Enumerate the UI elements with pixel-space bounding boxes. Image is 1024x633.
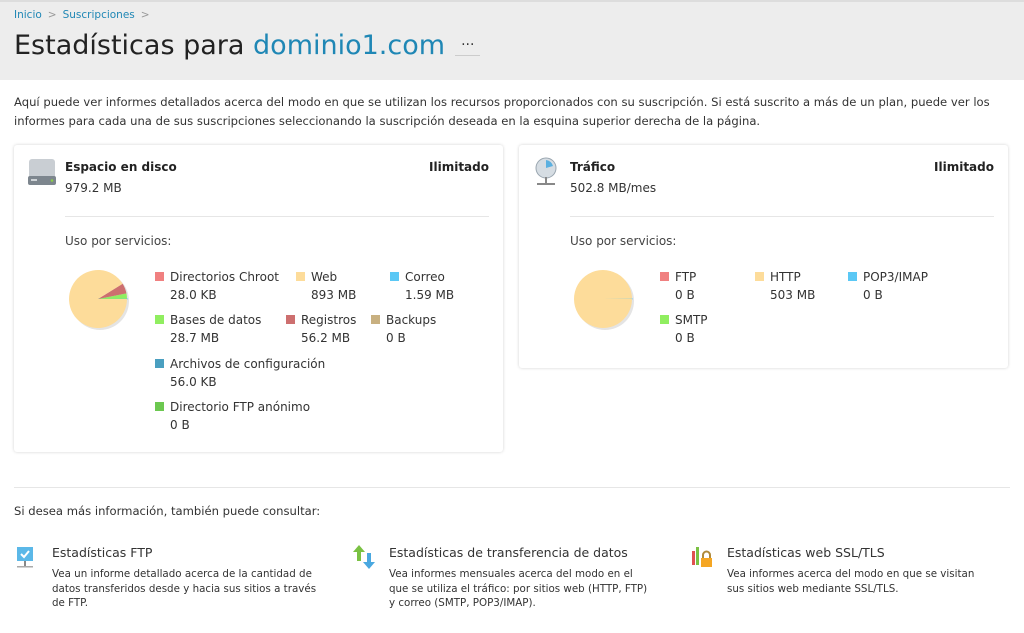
breadcrumb-suscripciones[interactable]: Suscripciones bbox=[63, 9, 135, 21]
disk-usage-label: Uso por servicios: bbox=[65, 234, 171, 248]
legend-swatch bbox=[848, 272, 857, 281]
legend-item: Archivos de configuración 56.0 KB bbox=[155, 355, 325, 391]
legend-label: POP3/IMAP bbox=[863, 270, 928, 284]
traffic-usage-label: Uso por servicios: bbox=[570, 234, 676, 248]
hard-drive-icon bbox=[28, 158, 56, 188]
legend-item: Directorios Chroot 28.0 KB bbox=[155, 268, 279, 304]
legend-value: 28.7 MB bbox=[155, 329, 261, 347]
title-domain: dominio1.com bbox=[253, 30, 445, 61]
legend-value: 893 MB bbox=[296, 286, 356, 304]
legend-swatch bbox=[155, 359, 164, 368]
transfer-arrows-icon bbox=[353, 545, 377, 571]
ssl-stats-lock-icon bbox=[691, 545, 715, 571]
chevron-right-icon: > bbox=[141, 9, 150, 21]
divider bbox=[14, 487, 1010, 488]
legend-value: 56.2 MB bbox=[286, 329, 356, 347]
legend-label: Bases de datos bbox=[170, 313, 261, 327]
legend-swatch bbox=[660, 272, 669, 281]
breadcrumb: Inicio > Suscripciones > bbox=[14, 9, 156, 21]
legend-swatch bbox=[155, 315, 164, 324]
legend-value: 0 B bbox=[848, 286, 928, 304]
page-title: Estadísticas para dominio1.com ··· bbox=[14, 30, 480, 61]
legend-item: Registros 56.2 MB bbox=[286, 311, 356, 347]
legend-value: 0 B bbox=[155, 416, 310, 434]
legend-swatch bbox=[296, 272, 305, 281]
legend-item: Correo 1.59 MB bbox=[390, 268, 454, 304]
legend-item: HTTP 503 MB bbox=[755, 268, 815, 304]
divider bbox=[570, 216, 994, 217]
disk-value: 979.2 MB bbox=[65, 181, 122, 195]
legend-swatch bbox=[390, 272, 399, 281]
disk-space-card: Espacio en disco 979.2 MB Ilimitado Uso … bbox=[14, 145, 503, 452]
legend-value: 56.0 KB bbox=[155, 373, 325, 391]
legend-item: FTP 0 B bbox=[660, 268, 696, 304]
legend-swatch bbox=[660, 315, 669, 324]
transfer-stats-link[interactable]: Estadísticas de transferencia de datos bbox=[389, 545, 628, 560]
legend-item: Web 893 MB bbox=[296, 268, 356, 304]
legend-item: Bases de datos 28.7 MB bbox=[155, 311, 261, 347]
legend-value: 28.0 KB bbox=[155, 286, 279, 304]
traffic-value: 502.8 MB/mes bbox=[570, 181, 656, 195]
legend-item: Backups 0 B bbox=[371, 311, 436, 347]
legend-label: HTTP bbox=[770, 270, 801, 284]
ssl-stats-link[interactable]: Estadísticas web SSL/TLS bbox=[727, 545, 885, 560]
ftp-stats-description: Vea un informe detallado acerca de la ca… bbox=[52, 567, 317, 611]
legend-label: Archivos de configuración bbox=[170, 357, 325, 371]
disk-title: Espacio en disco bbox=[65, 160, 177, 174]
traffic-card: Tráfico 502.8 MB/mes Ilimitado Uso por s… bbox=[519, 145, 1008, 368]
ftp-stats-link[interactable]: Estadísticas FTP bbox=[52, 545, 152, 560]
legend-item: Directorio FTP anónimo 0 B bbox=[155, 398, 310, 434]
legend-value: 0 B bbox=[660, 329, 708, 347]
traffic-limit: Ilimitado bbox=[934, 160, 994, 174]
legend-label: Web bbox=[311, 270, 337, 284]
legend-label: SMTP bbox=[675, 313, 708, 327]
legend-item: POP3/IMAP 0 B bbox=[848, 268, 928, 304]
legend-value: 0 B bbox=[371, 329, 436, 347]
legend-label: Directorio FTP anónimo bbox=[170, 400, 310, 414]
more-info-label: Si desea más información, también puede … bbox=[14, 504, 320, 518]
disk-usage-pie-chart bbox=[67, 268, 133, 334]
legend-value: 503 MB bbox=[755, 286, 815, 304]
traffic-meter-icon bbox=[535, 157, 561, 189]
legend-swatch bbox=[155, 272, 164, 281]
disk-limit: Ilimitado bbox=[429, 160, 489, 174]
page-header: Inicio > Suscripciones > Estadísticas para … bbox=[0, 0, 1024, 80]
chevron-right-icon: > bbox=[48, 9, 57, 21]
legend-label: FTP bbox=[675, 270, 696, 284]
intro-text: Aquí puede ver informes detallados acerc… bbox=[14, 93, 1009, 131]
pie-slice-web bbox=[69, 270, 127, 328]
ftp-stats-icon bbox=[16, 545, 36, 571]
legend-swatch bbox=[155, 402, 164, 411]
legend-swatch bbox=[755, 272, 764, 281]
transfer-stats-description: Vea informes mensuales acerca del modo e… bbox=[389, 567, 654, 611]
legend-swatch bbox=[286, 315, 295, 324]
legend-label: Backups bbox=[386, 313, 436, 327]
title-prefix: Estadísticas para bbox=[14, 30, 244, 61]
legend-label: Directorios Chroot bbox=[170, 270, 279, 284]
legend-label: Registros bbox=[301, 313, 356, 327]
legend-swatch bbox=[371, 315, 380, 324]
legend-item: SMTP 0 B bbox=[660, 311, 708, 347]
legend-label: Correo bbox=[405, 270, 445, 284]
traffic-usage-pie-chart bbox=[572, 268, 638, 334]
legend-value: 0 B bbox=[660, 286, 696, 304]
traffic-title: Tráfico bbox=[570, 160, 615, 174]
breadcrumb-inicio[interactable]: Inicio bbox=[14, 9, 42, 21]
ssl-stats-description: Vea informes acerca del modo en que se v… bbox=[727, 567, 992, 596]
more-actions-button[interactable]: ··· bbox=[455, 37, 480, 56]
divider bbox=[65, 216, 489, 217]
legend-value: 1.59 MB bbox=[390, 286, 454, 304]
